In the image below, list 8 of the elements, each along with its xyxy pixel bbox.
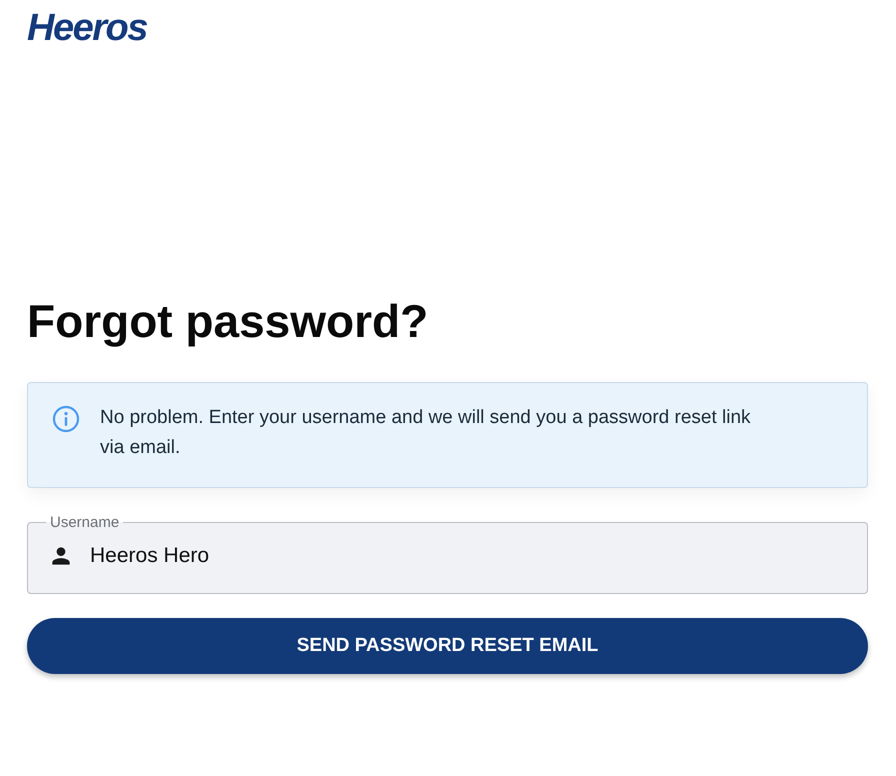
- page-heading: Forgot password?: [27, 294, 428, 348]
- send-reset-email-button[interactable]: SEND PASSWORD RESET EMAIL: [27, 618, 868, 674]
- info-icon: [52, 405, 80, 433]
- username-field[interactable]: Username Heeros Hero: [27, 514, 868, 594]
- field-label: Username: [49, 514, 120, 531]
- field-value: Heeros Hero: [90, 544, 210, 568]
- logo: Heeros: [27, 8, 147, 48]
- alert-message: No problem. Enter your username and we will send you a password reset link via email.: [100, 406, 752, 460]
